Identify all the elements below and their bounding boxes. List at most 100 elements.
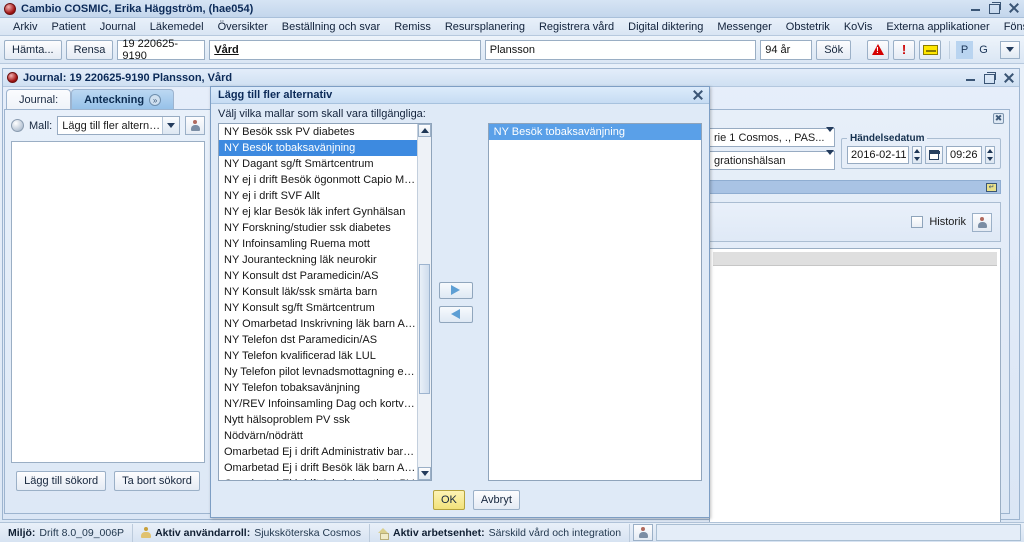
keyword-list-area[interactable] — [11, 141, 205, 463]
chevron-down-icon[interactable] — [162, 117, 179, 134]
note-content-area[interactable] — [709, 248, 1001, 523]
list-item[interactable]: NY Dagant sg/ft Smärtcentrum — [219, 156, 417, 172]
close-icon[interactable] — [1007, 1, 1020, 14]
list-item[interactable]: NY Besök tobaksavänjning — [219, 140, 418, 156]
patient-name-input[interactable]: Plansson — [484, 39, 757, 60]
available-templates-list[interactable]: NY Besök ssk PV diabetes NY Besök tobaks… — [218, 123, 433, 481]
minimize-icon[interactable] — [969, 1, 982, 14]
caret-up-icon[interactable] — [418, 124, 432, 137]
menu-item-externa-applikationer[interactable]: Externa applikationer — [879, 20, 996, 34]
menu-item-patient[interactable]: Patient — [44, 20, 92, 34]
menu-item-bestallning-och-svar[interactable]: Beställning och svar — [275, 20, 387, 34]
status-message-field — [656, 524, 1021, 541]
person-icon[interactable] — [633, 524, 654, 541]
close-icon[interactable] — [692, 89, 704, 101]
list-item[interactable]: Omarbetad Ej i drift Administrativ barn … — [219, 444, 417, 460]
list-item[interactable]: NY Telefon dst Paramedicin/AS — [219, 332, 417, 348]
personal-id-input[interactable]: 19 220625-9190 — [117, 38, 206, 62]
list-item[interactable]: NY Telefon tobaksavänjning — [219, 380, 417, 396]
scrollbar-thumb[interactable] — [419, 264, 431, 394]
menu-item-lakemedel[interactable]: Läkemedel — [143, 20, 211, 34]
list-item[interactable]: Omarbetad Ej i drift Administrativ at PV — [219, 476, 417, 480]
menu-item-digital-diktering[interactable]: Digital diktering — [621, 20, 710, 34]
minimize-icon[interactable] — [964, 71, 977, 84]
close-icon[interactable] — [1002, 71, 1015, 84]
list-item[interactable]: NY Jouranteckning läk neurokir — [219, 252, 417, 268]
enter-arrow-icon[interactable]: ↵ — [986, 182, 997, 192]
available-list-scrollbar[interactable] — [417, 124, 432, 480]
list-item[interactable]: NY Konsult dst Paramedicin/AS — [219, 268, 417, 284]
remove-keyword-button[interactable]: Ta bort sökord — [114, 471, 200, 491]
menu-item-resursplanering[interactable]: Resursplanering — [438, 20, 532, 34]
list-item[interactable]: NY Forskning/studier ssk diabetes — [219, 220, 417, 236]
event-time-spinner[interactable] — [985, 146, 995, 164]
event-date-input[interactable]: 2016-02-11 — [847, 146, 909, 164]
event-time-input[interactable]: 09:26 — [946, 146, 982, 164]
add-keyword-button[interactable]: Lägg till sökord — [16, 471, 107, 491]
chosen-templates-list[interactable]: NY Besök tobaksavänjning — [487, 123, 703, 481]
menu-item-registrera-vard[interactable]: Registrera vård — [532, 20, 621, 34]
list-item[interactable]: NY ej i drift Besök ögonmott Capio Medoc… — [219, 172, 417, 188]
unit-select-1[interactable]: rie 1 Cosmos, ., PAS... — [709, 126, 835, 147]
list-item[interactable]: Ny Telefon pilot levnadsmottagning ekeby — [219, 364, 417, 380]
calendar-icon[interactable] — [925, 146, 943, 164]
tab-anteckning[interactable]: Anteckning » — [71, 89, 175, 110]
hamta-button[interactable]: Hämta... — [4, 39, 62, 60]
arrow-left-icon[interactable] — [438, 305, 473, 323]
cancel-button[interactable]: Avbryt — [472, 490, 520, 510]
list-item[interactable]: NY ej klar Besök läk infert Gynhälsan — [219, 204, 417, 220]
warning-triangle-icon[interactable] — [867, 39, 890, 60]
close-icon[interactable]: ✖ — [993, 113, 1004, 124]
chevron-down-icon[interactable] — [826, 149, 834, 167]
list-item[interactable]: NY/REV Infoinsamling Dag och kortvård SH — [219, 396, 417, 412]
rensa-button[interactable]: Rensa — [65, 39, 114, 60]
historik-checkbox[interactable] — [911, 216, 924, 228]
event-date-group: Händelsedatum 2016-02-11 09:26 — [841, 133, 1001, 169]
tab-journal[interactable]: Journal: — [6, 89, 72, 110]
chevron-down-icon[interactable] — [826, 126, 834, 144]
menu-item-remiss[interactable]: Remiss — [387, 20, 438, 34]
search-button[interactable]: Sök — [816, 39, 852, 60]
care-context-input[interactable]: Vård — [209, 39, 481, 60]
caret-down-icon[interactable] — [418, 467, 432, 480]
tab-overflow-icon[interactable]: » — [149, 94, 162, 106]
yellow-card-icon[interactable] — [919, 39, 942, 60]
menu-item-journal[interactable]: Journal — [93, 20, 143, 34]
maximize-icon[interactable] — [988, 1, 1001, 14]
arrow-right-icon[interactable] — [438, 281, 473, 299]
list-item[interactable]: Nödvärn/nödrätt — [219, 428, 417, 444]
list-item[interactable]: NY Konsult sg/ft Smärtcentrum — [219, 300, 417, 316]
menu-item-arkiv[interactable]: Arkiv — [6, 20, 44, 34]
mall-select[interactable]: Lägg till fler alternat... — [57, 116, 180, 135]
unit-select-2[interactable]: grationshälsan — [709, 149, 835, 170]
menu-item-kovis[interactable]: KoVis — [837, 20, 880, 34]
p-toggle[interactable]: P — [956, 40, 974, 59]
cosmic-logo-icon — [7, 72, 18, 83]
g-toggle[interactable]: G — [975, 41, 992, 59]
menu-item-obstetrik[interactable]: Obstetrik — [779, 20, 837, 34]
list-item[interactable]: Omarbetad Ej i drift Besök läk barn Akut — [219, 460, 417, 476]
menu-item-messenger[interactable]: Messenger — [710, 20, 778, 34]
menu-item-fonster[interactable]: Fönster — [997, 20, 1024, 34]
list-item[interactable]: NY Omarbetad Inskrivning läk barn Akut — [219, 316, 417, 332]
list-item[interactable]: Nytt hälsoproblem PV ssk — [219, 412, 417, 428]
maximize-icon[interactable] — [983, 71, 996, 84]
ok-button[interactable]: OK — [433, 490, 465, 510]
person-icon[interactable] — [972, 212, 992, 232]
list-item[interactable]: NY Konsult läk/ssk smärta barn — [219, 284, 417, 300]
list-item[interactable]: NY Telefon kvalificerad läk LUL — [219, 348, 417, 364]
status-role-label: Aktiv användarroll: — [155, 526, 251, 539]
window-title: Cambio COSMIC, Erika Häggström, (hae054) — [21, 2, 254, 15]
note-title-bar[interactable]: ↵ — [709, 180, 1001, 194]
menu-item-oversikter[interactable]: Översikter — [211, 20, 275, 34]
event-date-spinner[interactable] — [912, 146, 922, 164]
exclamation-icon[interactable]: ! — [893, 39, 916, 60]
person-icon[interactable] — [185, 116, 205, 135]
event-date-controls: 2016-02-11 09:26 — [847, 146, 995, 164]
list-item[interactable]: NY Besök tobaksavänjning — [488, 124, 702, 140]
list-item[interactable]: NY Infoinsamling Ruema mott — [219, 236, 417, 252]
unit-select-2-value: grationshälsan — [714, 154, 786, 167]
list-item[interactable]: NY Besök ssk PV diabetes — [219, 124, 417, 140]
list-item[interactable]: NY ej i drift SVF Allt — [219, 188, 417, 204]
chevron-down-icon[interactable] — [1000, 40, 1021, 59]
